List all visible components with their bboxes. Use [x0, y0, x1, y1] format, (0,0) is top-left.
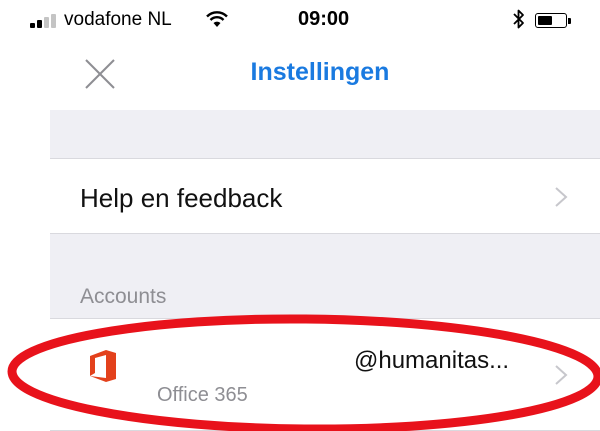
battery-icon — [535, 13, 573, 29]
status-time: 09:00 — [298, 8, 350, 30]
navigation-bar: Instellingen — [0, 38, 600, 110]
help-feedback-label: Help en feedback — [80, 183, 283, 213]
settings-list: Help en feedback Accounts @humanitas... … — [50, 110, 600, 431]
bluetooth-icon — [513, 9, 524, 29]
page-title: Instellingen — [250, 58, 390, 86]
help-feedback-row[interactable]: Help en feedback — [50, 158, 600, 234]
chevron-right-icon — [555, 365, 568, 385]
office-logo-icon — [90, 350, 116, 382]
account-email: @humanitas... — [354, 347, 510, 374]
signal-icon — [30, 12, 60, 28]
account-type-label: Office 365 — [157, 384, 248, 406]
carrier-name: vodafone NL — [64, 9, 172, 30]
accounts-section-header: Accounts — [80, 285, 167, 308]
wifi-icon — [206, 11, 228, 27]
settings-screen: vodafone NL 09:00 Instellingen Help en f… — [0, 0, 600, 431]
chevron-right-icon — [555, 187, 568, 207]
status-bar: vodafone NL 09:00 — [0, 0, 600, 38]
account-row[interactable]: @humanitas... Office 365 — [50, 318, 600, 431]
